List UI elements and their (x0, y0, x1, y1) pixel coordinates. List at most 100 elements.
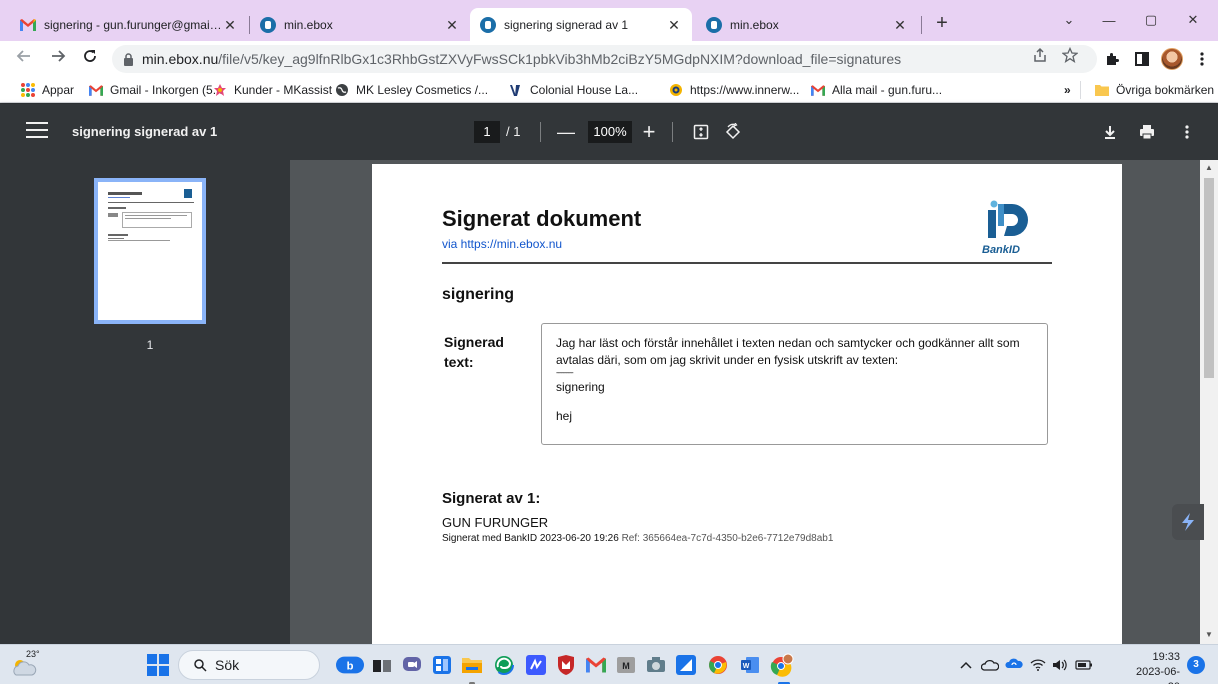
bookmarks-overflow-button[interactable]: » (1064, 81, 1071, 99)
toolbar-separator (672, 122, 673, 142)
minimize-button[interactable]: — (1086, 6, 1132, 34)
tab-minebox-2[interactable]: min.ebox ✕ (696, 8, 918, 41)
pdf-more-options-icon[interactable] (1176, 121, 1198, 143)
bookmark-label: Appar (42, 83, 75, 97)
other-bookmarks-folder[interactable]: Övriga bokmärken (1094, 81, 1214, 99)
zoom-out-button[interactable]: — (554, 118, 578, 146)
signed-with-bankid: Signerat med BankID 2023-06-20 19:26 (442, 533, 619, 544)
page-thumbnail[interactable] (94, 178, 206, 324)
zoom-in-button[interactable]: + (637, 118, 661, 146)
bing-icon[interactable]: b (336, 651, 364, 679)
tab-signering-active[interactable]: signering signerad av 1 ✕ (470, 8, 692, 41)
browser-menu-icon[interactable] (1190, 47, 1214, 71)
tab-minebox-1[interactable]: min.ebox ✕ (250, 8, 470, 41)
scrollbar-thumb[interactable] (1204, 178, 1214, 378)
windows-taskbar: 23° Sök b M W 19:33 2023-06- 3 (0, 644, 1218, 684)
side-panel-icon[interactable] (1130, 47, 1154, 71)
tab-strip: signering - gun.furunger@gmail.com ✕ min… (0, 0, 1218, 41)
sync-icon[interactable] (1004, 655, 1024, 675)
close-window-button[interactable]: ✕ (1170, 6, 1216, 34)
edge-icon[interactable] (490, 651, 518, 679)
teams-chat-icon[interactable] (398, 651, 426, 679)
page-total: / 1 (506, 124, 521, 139)
tab-title: signering signerad av 1 (504, 17, 629, 32)
address-url[interactable]: min.ebox.nu/file/v5/key_ag9lfnRlbGx1c3Rh… (142, 51, 901, 67)
close-tab-icon[interactable]: ✕ (222, 17, 238, 33)
volume-icon[interactable] (1050, 655, 1070, 675)
system-clock[interactable]: 19:33 2023-06-20 (1128, 650, 1180, 684)
signature-details: Signerat med BankID 2023-06-20 19:26 Ref… (442, 533, 833, 544)
bookmark-kunder-mkassist[interactable]: Kunder - MKassist (212, 81, 332, 99)
bookmark-label: https://www.innerw... (690, 83, 800, 97)
gmail-app-icon[interactable] (582, 651, 610, 679)
extensions-puzzle-icon[interactable] (1100, 47, 1124, 71)
bookmark-lesley-cosmetics[interactable]: MK Lesley Cosmetics /... (334, 81, 488, 99)
notification-badge[interactable]: 3 (1187, 656, 1205, 674)
chrome-profile-icon[interactable] (768, 651, 796, 679)
search-placeholder: Sök (215, 657, 240, 673)
address-bar[interactable]: min.ebox.nu/file/v5/key_ag9lfnRlbGx1c3Rh… (112, 45, 1097, 73)
chrome-icon[interactable] (704, 651, 732, 679)
download-icon[interactable] (1099, 121, 1121, 143)
close-tab-icon[interactable]: ✕ (666, 17, 682, 33)
page-number-input[interactable]: 1 (474, 121, 500, 143)
search-icon (193, 658, 207, 672)
source-link[interactable]: via https://min.ebox.nu (442, 237, 562, 251)
text-separator: ---------- (556, 368, 574, 377)
back-button[interactable] (12, 47, 36, 71)
bookmark-innerwheel[interactable]: https://www.innerw... (668, 81, 799, 99)
snipping-tool-icon[interactable] (672, 651, 700, 679)
bookmark-apps[interactable]: Appar (20, 81, 74, 99)
tab-title: min.ebox (284, 17, 333, 32)
tab-separator (921, 16, 922, 34)
bookmark-colonial-house[interactable]: Colonial House La... (508, 81, 638, 99)
new-tab-button[interactable]: + (930, 12, 954, 36)
close-tab-icon[interactable]: ✕ (444, 17, 460, 33)
widgets-icon[interactable] (428, 651, 456, 679)
tray-overflow-chevron-icon[interactable] (956, 655, 976, 675)
bookmark-star-icon[interactable] (1060, 46, 1080, 67)
vertical-scrollbar[interactable]: ▲ ▼ (1200, 160, 1218, 644)
lock-icon[interactable] (122, 52, 134, 66)
bookmark-alla-mail[interactable]: Alla mail - gun.furu... (810, 81, 942, 99)
share-icon[interactable] (1030, 47, 1050, 67)
colonial-icon (508, 82, 524, 98)
visual-studio-icon[interactable] (522, 651, 550, 679)
close-tab-icon[interactable]: ✕ (892, 17, 908, 33)
url-host: min.ebox.nu (142, 51, 219, 67)
browser-toolbar: min.ebox.nu/file/v5/key_ag9lfnRlbGx1c3Rh… (0, 41, 1218, 77)
task-view-icon[interactable] (368, 651, 396, 679)
wifi-icon[interactable] (1028, 655, 1048, 675)
scroll-up-arrow-icon[interactable]: ▲ (1204, 163, 1214, 173)
restore-button[interactable]: ▢ (1128, 6, 1174, 34)
profile-avatar[interactable] (1160, 47, 1184, 71)
thumbnail-page-number: 1 (146, 338, 154, 352)
weather-widget[interactable]: 23° (10, 649, 40, 679)
pdf-menu-icon[interactable] (26, 122, 48, 142)
reload-button[interactable] (78, 47, 102, 71)
zoom-level-input[interactable]: 100% (588, 121, 632, 143)
pdf-document-title: signering signerad av 1 (72, 124, 218, 139)
reload-icon (84, 50, 96, 62)
word-icon[interactable]: W (736, 651, 764, 679)
battery-icon[interactable] (1074, 655, 1094, 675)
print-icon[interactable] (1136, 121, 1158, 143)
fit-page-icon[interactable] (690, 121, 712, 143)
bookmarks-bar: Appar Gmail - Inkorgen (5... Kunder - MK… (0, 77, 1218, 103)
tab-gmail[interactable]: signering - gun.furunger@gmail.com ✕ (10, 8, 248, 41)
taskbar-search[interactable]: Sök (178, 650, 320, 680)
rotate-icon[interactable] (722, 121, 744, 143)
mcafee-icon[interactable] (552, 651, 580, 679)
onedrive-icon[interactable] (980, 655, 1000, 675)
floating-extension-button[interactable] (1172, 504, 1204, 540)
forward-button[interactable] (46, 47, 70, 71)
mail-app-icon[interactable]: M (612, 651, 640, 679)
bookmark-gmail-inkorgen[interactable]: Gmail - Inkorgen (5... (88, 81, 223, 99)
start-button[interactable] (144, 651, 172, 679)
scroll-down-arrow-icon[interactable]: ▼ (1204, 630, 1214, 640)
globe-icon (334, 82, 350, 98)
bankid-logo: BankID (978, 200, 1034, 260)
tab-title: signering - gun.furunger@gmail.com (44, 17, 222, 32)
camera-app-icon[interactable] (642, 651, 670, 679)
file-explorer-icon[interactable] (458, 651, 486, 679)
